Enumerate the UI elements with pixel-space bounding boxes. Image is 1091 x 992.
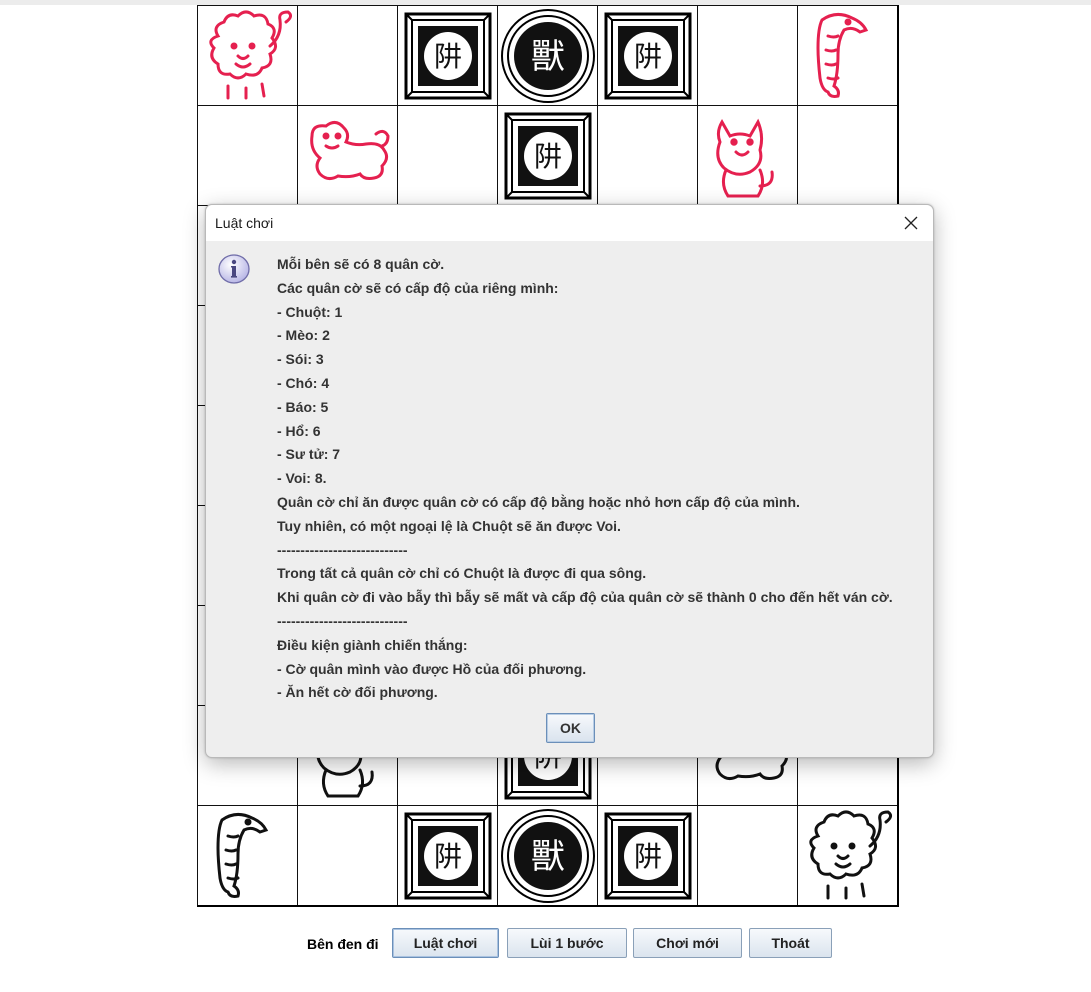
svg-text:阱: 阱	[434, 40, 462, 73]
rules-line: Trong tất cả quân cờ chỉ có Chuột là đượ…	[277, 565, 647, 582]
rules-line: - Chuột: 1	[277, 303, 343, 320]
rules-line: - Sói: 3	[277, 351, 324, 368]
svg-text:獸: 獸	[531, 37, 565, 77]
board-cell[interactable]	[297, 105, 397, 205]
rules-button[interactable]: Luật chơi	[392, 928, 499, 958]
dialog-titlebar: Luật chơi	[206, 205, 933, 241]
rules-line: - Chó: 4	[277, 374, 330, 391]
ok-button[interactable]: OK	[546, 713, 595, 743]
board-cell[interactable]	[797, 105, 897, 205]
rules-line: Quân cờ chỉ ăn được quân cờ có cấp độ bằ…	[277, 493, 800, 510]
rules-line: - Cờ quân mình vào được Hồ của đối phươn…	[277, 660, 587, 677]
board-cell[interactable]	[297, 5, 397, 105]
board-cell[interactable]	[697, 105, 797, 205]
svg-text:阱: 阱	[434, 840, 462, 873]
board-cell[interactable]: 獸	[497, 805, 597, 905]
board-cell[interactable]	[797, 5, 897, 105]
dialog-title: Luật chơi	[215, 215, 274, 231]
svg-text:阱: 阱	[534, 140, 562, 173]
board-cell[interactable]	[697, 805, 797, 905]
board-cell[interactable]	[297, 805, 397, 905]
svg-text:獸: 獸	[531, 837, 565, 877]
undo-button[interactable]: Lùi 1 bước	[507, 928, 627, 958]
rules-line: Mỗi bên sẽ có 8 quân cờ.	[277, 256, 445, 272]
rules-line: Khi quân cờ đi vào bẫy thì bẫy sẽ mất và…	[277, 589, 893, 606]
rules-line: Điều kiện giành chiến thắng:	[277, 636, 468, 653]
rules-line: - Mèo: 2	[277, 327, 330, 344]
board-cell[interactable]: 阱	[597, 805, 697, 905]
svg-text:阱: 阱	[634, 40, 662, 73]
board-cell[interactable]: 阱	[397, 805, 497, 905]
rules-line: ----------------------------	[277, 612, 408, 629]
board-cell[interactable]	[597, 105, 697, 205]
rules-message: Mỗi bên sẽ có 8 quân cờ. Các quân cờ sẽ c…	[277, 253, 927, 705]
control-bar: Bên đen đi Luật chơi Lùi 1 bước Chơi mới…	[0, 928, 1091, 960]
info-icon	[218, 253, 250, 285]
new-game-button[interactable]: Chơi mới	[633, 928, 742, 958]
rules-line: - Sư tử: 7	[277, 446, 341, 463]
exit-button[interactable]: Thoát	[749, 928, 832, 958]
close-icon[interactable]	[901, 213, 921, 233]
board-cell[interactable]	[197, 5, 297, 105]
rules-line: - Voi: 8.	[277, 470, 327, 487]
board-cell[interactable]	[397, 105, 497, 205]
board-cell[interactable]: 阱	[497, 105, 597, 205]
rules-line: - Hổ: 6	[277, 422, 321, 439]
board-cell[interactable]	[197, 805, 297, 905]
svg-text:阱: 阱	[634, 840, 662, 873]
board-cell[interactable]: 獸	[497, 5, 597, 105]
board-cell[interactable]: 阱	[397, 5, 497, 105]
rules-line: Tuy nhiên, có một ngoại lệ là Chuột sẽ ă…	[277, 517, 621, 534]
rules-line: - Báo: 5	[277, 398, 329, 415]
rules-line: - Ăn hết cờ đối phương.	[277, 684, 438, 701]
board-cell[interactable]	[197, 105, 297, 205]
rules-line: ----------------------------	[277, 541, 408, 558]
board-cell[interactable]	[697, 5, 797, 105]
rules-line: Các quân cờ sẽ có cấp độ của riêng mình:	[277, 279, 559, 296]
rules-dialog: Luật chơi Mỗi bên sẽ có 8 quân cờ. Các qu…	[205, 204, 934, 758]
board-cell[interactable]	[797, 805, 897, 905]
board-cell[interactable]: 阱	[597, 5, 697, 105]
turn-label: Bên đen đi	[307, 936, 379, 952]
